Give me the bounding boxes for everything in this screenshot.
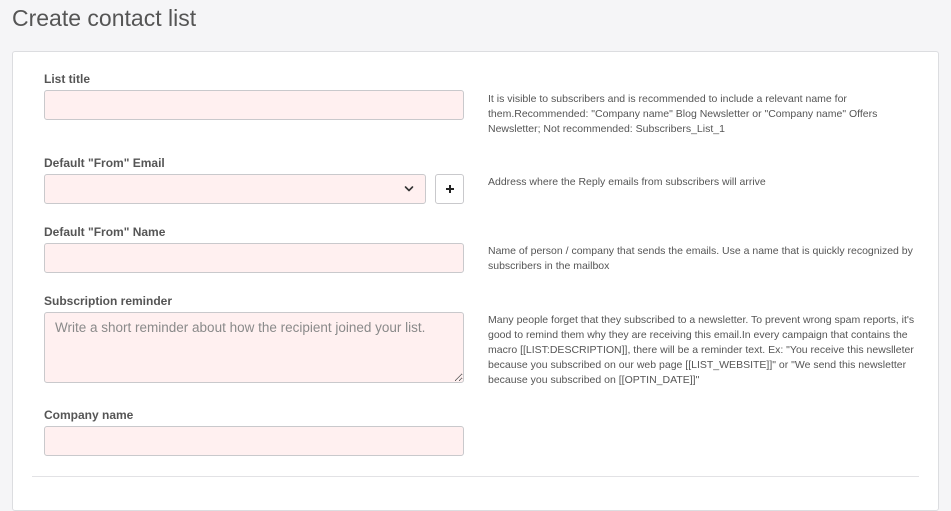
from-email-label: Default "From" Email — [44, 156, 165, 170]
chevron-down-icon — [404, 186, 414, 192]
plus-icon — [446, 185, 454, 193]
from-email-row: Default "From" Email Address where the R… — [44, 156, 920, 211]
from-name-help: Name of person / company that sends the … — [488, 245, 913, 272]
list-title-help: It is visible to subscribers and is reco… — [488, 93, 878, 135]
list-title-input[interactable] — [44, 90, 464, 120]
company-name-row: Company name — [44, 408, 920, 463]
reminder-help: Many people forget that they subscribed … — [488, 314, 915, 386]
list-title-row: List title It is visible to subscribers … — [44, 72, 920, 135]
company-name-label: Company name — [44, 408, 134, 422]
from-name-row: Default "From" Name Name of person / com… — [44, 225, 920, 280]
contact-list-form: List title It is visible to subscribers … — [12, 51, 939, 511]
from-name-label: Default "From" Name — [44, 225, 166, 239]
from-email-select[interactable] — [44, 174, 426, 204]
reminder-row: Subscription reminder Many people forget… — [44, 294, 920, 394]
list-title-label: List title — [44, 72, 91, 86]
from-email-help: Address where the Reply emails from subs… — [488, 176, 766, 188]
add-email-button[interactable] — [435, 174, 464, 204]
company-name-input[interactable] — [44, 426, 464, 456]
divider — [32, 476, 919, 477]
reminder-textarea[interactable] — [44, 312, 464, 383]
reminder-label: Subscription reminder — [44, 294, 173, 308]
from-name-input[interactable] — [44, 243, 464, 273]
page-title: Create contact list — [12, 5, 197, 31]
